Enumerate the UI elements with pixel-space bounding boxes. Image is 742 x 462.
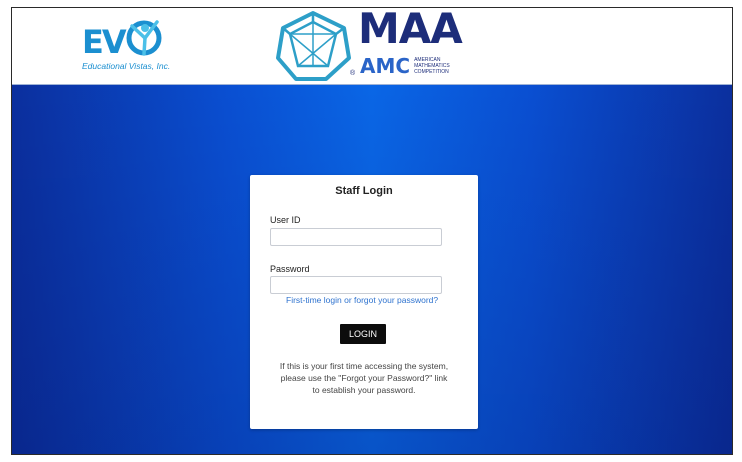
site-header: EV Educational Vistas, Inc. MAA ® AMC AM… bbox=[12, 8, 732, 85]
help-text: If this is your first time accessing the… bbox=[264, 360, 464, 396]
maa-wordmark: MAA bbox=[358, 7, 463, 53]
help-text-line: please use the "Forgot your Password?" l… bbox=[280, 373, 448, 383]
polyhedron-icon bbox=[276, 11, 351, 81]
user-id-input[interactable] bbox=[270, 228, 442, 246]
forgot-password-link[interactable]: First-time login or forgot your password… bbox=[286, 295, 438, 305]
password-label: Password bbox=[270, 264, 310, 274]
browser-viewport: EV Educational Vistas, Inc. MAA ® AMC AM… bbox=[11, 7, 733, 455]
login-button[interactable]: LOGIN bbox=[340, 324, 386, 344]
evi-logo-letters: EV bbox=[82, 23, 127, 61]
amc-subtitle: AMERICAN MATHEMATICS COMPETITION bbox=[414, 57, 450, 75]
evi-figure-icon bbox=[126, 20, 162, 56]
help-text-line: to establish your password. bbox=[312, 385, 416, 395]
evi-logo: EV Educational Vistas, Inc. bbox=[82, 16, 182, 80]
amc-text: AMC bbox=[360, 54, 411, 78]
amc-wordmark: AMC AMERICAN MATHEMATICS COMPETITION bbox=[360, 56, 450, 76]
help-text-line: If this is your first time accessing the… bbox=[279, 361, 449, 371]
password-input[interactable] bbox=[270, 276, 442, 294]
amc-subtitle-line: COMPETITION bbox=[414, 69, 449, 75]
login-title: Staff Login bbox=[335, 185, 393, 197]
login-card: Staff Login User ID Password First-time … bbox=[250, 175, 478, 429]
evi-tagline: Educational Vistas, Inc. bbox=[82, 61, 171, 71]
maa-amc-logo: MAA ® AMC AMERICAN MATHEMATICS COMPETITI… bbox=[274, 7, 484, 84]
user-id-label: User ID bbox=[270, 215, 301, 225]
registered-mark: ® bbox=[350, 70, 356, 77]
